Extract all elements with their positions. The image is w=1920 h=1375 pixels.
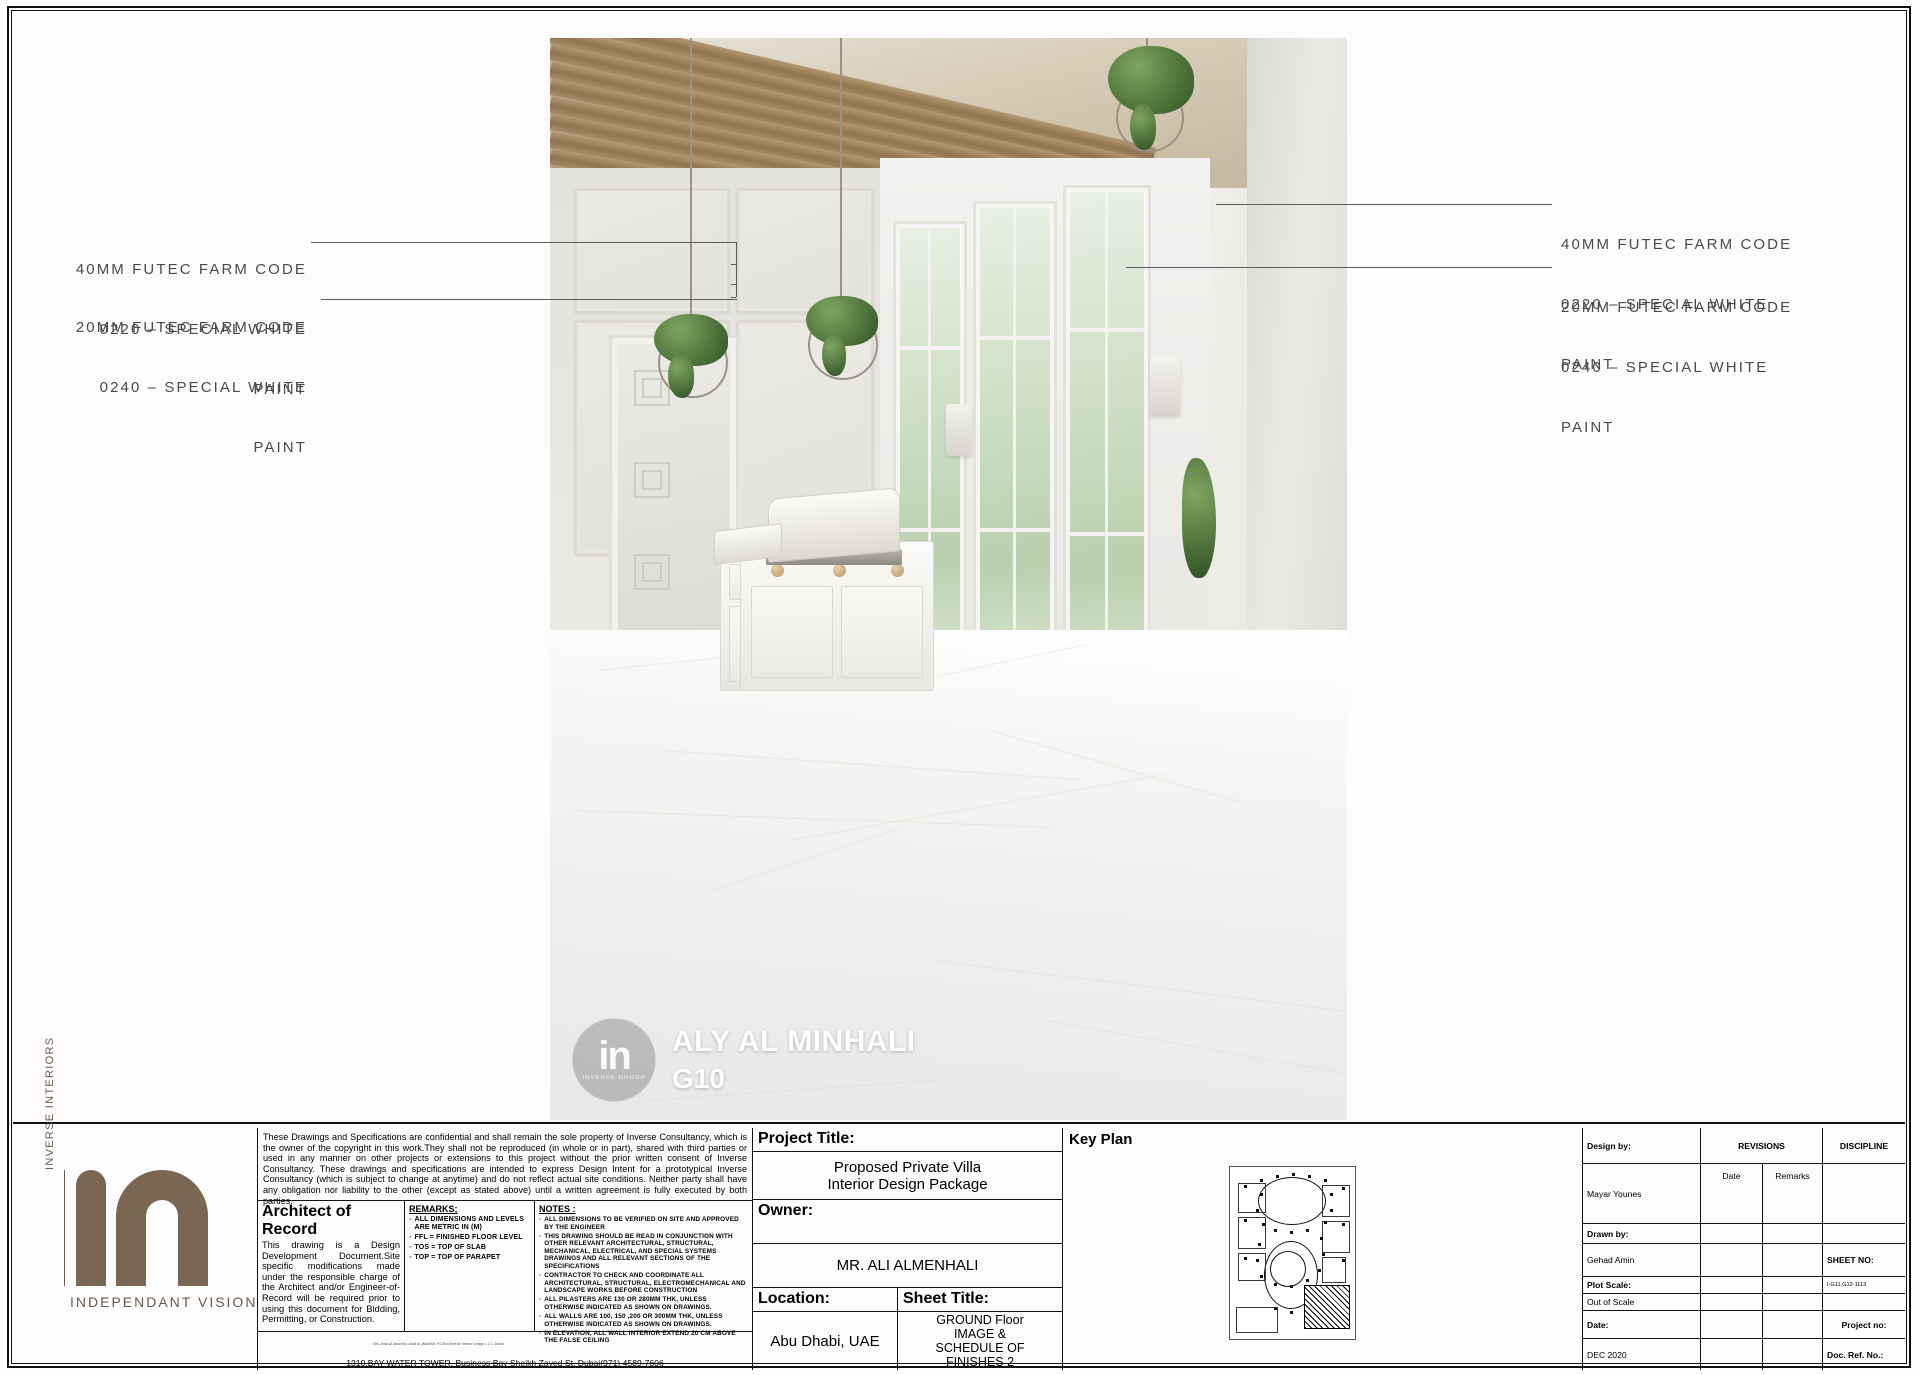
sheet-border-inner [11,10,1907,1364]
drawing-sheet: in INVERSE GROUP ALY AL MINHALI G10 40MM… [0,0,1920,1375]
